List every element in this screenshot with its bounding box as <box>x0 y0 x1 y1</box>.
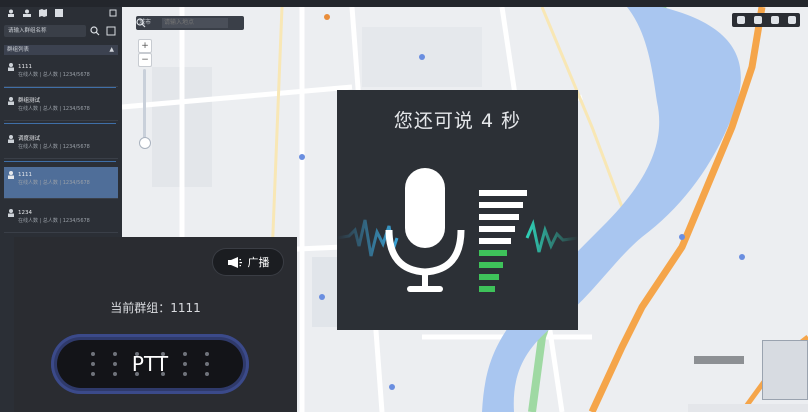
audio-level-meter <box>479 190 527 292</box>
group-list-header-label: 群组列表 <box>7 47 30 53</box>
group-name: 1111 <box>18 172 32 178</box>
search-icon[interactable] <box>90 26 100 36</box>
group-stats: 在线人数 | 总人数 | 1234/5678 <box>18 106 90 112</box>
group-icon <box>8 209 14 217</box>
ptt-button-face: PTT <box>57 340 243 388</box>
ptt-label: PTT <box>131 352 169 376</box>
group-icon <box>8 135 14 143</box>
group-search-input[interactable]: 请输入群组名称 <box>4 25 86 37</box>
tab-grid-icon[interactable] <box>54 9 64 17</box>
group-stats: 在线人数 | 总人数 | 1234/5678 <box>18 144 90 150</box>
group-name: 1234 <box>18 210 32 216</box>
app-window: 城市 + − <box>0 0 808 412</box>
megaphone-icon <box>227 256 242 268</box>
group-icon <box>8 171 14 179</box>
zoom-slider-handle[interactable] <box>139 137 151 149</box>
microphone-icon <box>385 168 465 292</box>
sidebar-group-item[interactable]: 1111 在线人数 | 总人数 | 1234/5678 <box>4 59 118 87</box>
search-icon[interactable] <box>136 18 146 28</box>
group-divider <box>4 161 116 162</box>
refresh-icon[interactable] <box>106 26 116 36</box>
voice-visual <box>337 168 578 292</box>
ptt-button[interactable]: PTT <box>51 334 249 394</box>
map-toolbar <box>732 13 800 27</box>
group-name: 调度测试 <box>18 136 41 142</box>
current-group-value: 1111 <box>170 301 201 315</box>
top-strip <box>0 0 808 7</box>
overview-map[interactable] <box>762 340 808 400</box>
group-divider <box>4 123 116 124</box>
layer-icon[interactable] <box>736 16 745 24</box>
fullscreen-icon[interactable] <box>787 16 796 24</box>
sidebar-group-item[interactable]: 调度测试 在线人数 | 总人数 | 1234/5678 <box>4 131 118 159</box>
marker-icon[interactable] <box>770 16 779 24</box>
ruler-icon[interactable] <box>753 16 762 24</box>
group-stats: 在线人数 | 总人数 | 1234/5678 <box>18 218 90 224</box>
zoom-control: + − <box>138 39 152 151</box>
sidebar-group-item-selected[interactable]: 1111 在线人数 | 总人数 | 1234/5678 <box>4 167 118 199</box>
broadcast-button[interactable]: 广播 <box>213 249 283 275</box>
zoom-out-button[interactable]: − <box>138 53 152 67</box>
group-name: 群组测试 <box>18 98 41 104</box>
tab-person-icon[interactable] <box>6 9 16 17</box>
current-group: 当前群组：1111 <box>14 299 297 316</box>
zoom-out-icon: − <box>141 55 149 65</box>
map-search-input[interactable] <box>162 18 228 28</box>
tab-map-icon[interactable] <box>38 9 48 17</box>
group-icon <box>8 63 14 71</box>
scale-bar <box>694 356 744 364</box>
map-search-bar: 城市 <box>136 16 244 30</box>
group-stats: 在线人数 | 总人数 | 1234/5678 <box>18 72 90 78</box>
zoom-in-icon: + <box>141 41 149 51</box>
sidebar-tabs <box>6 8 118 18</box>
sidebar-group-item[interactable]: 群组测试 在线人数 | 总人数 | 1234/5678 <box>4 93 118 121</box>
tab-group-icon[interactable] <box>22 9 32 17</box>
collapse-arrow-icon: ▲ <box>109 46 114 53</box>
zoom-in-button[interactable]: + <box>138 39 152 53</box>
group-list-header[interactable]: 群组列表 ▲ <box>4 45 118 55</box>
group-icon <box>8 97 14 105</box>
voice-countdown-dialog: 您还可说 4 秒 <box>337 90 578 330</box>
group-stats: 在线人数 | 总人数 | 1234/5678 <box>18 180 90 186</box>
sidebar-group-item[interactable]: 1234 在线人数 | 总人数 | 1234/5678 <box>4 205 118 233</box>
right-waveform <box>525 219 578 253</box>
broadcast-label: 广播 <box>247 256 270 269</box>
group-name: 1111 <box>18 64 32 70</box>
tab-settings-icon[interactable] <box>108 9 118 17</box>
current-group-label: 当前群组： <box>110 301 171 315</box>
map-copyright <box>688 404 808 412</box>
ptt-panel: 广播 当前群组：1111 PTT <box>14 237 297 412</box>
group-divider <box>4 87 116 88</box>
voice-countdown-text: 您还可说 4 秒 <box>393 110 522 132</box>
